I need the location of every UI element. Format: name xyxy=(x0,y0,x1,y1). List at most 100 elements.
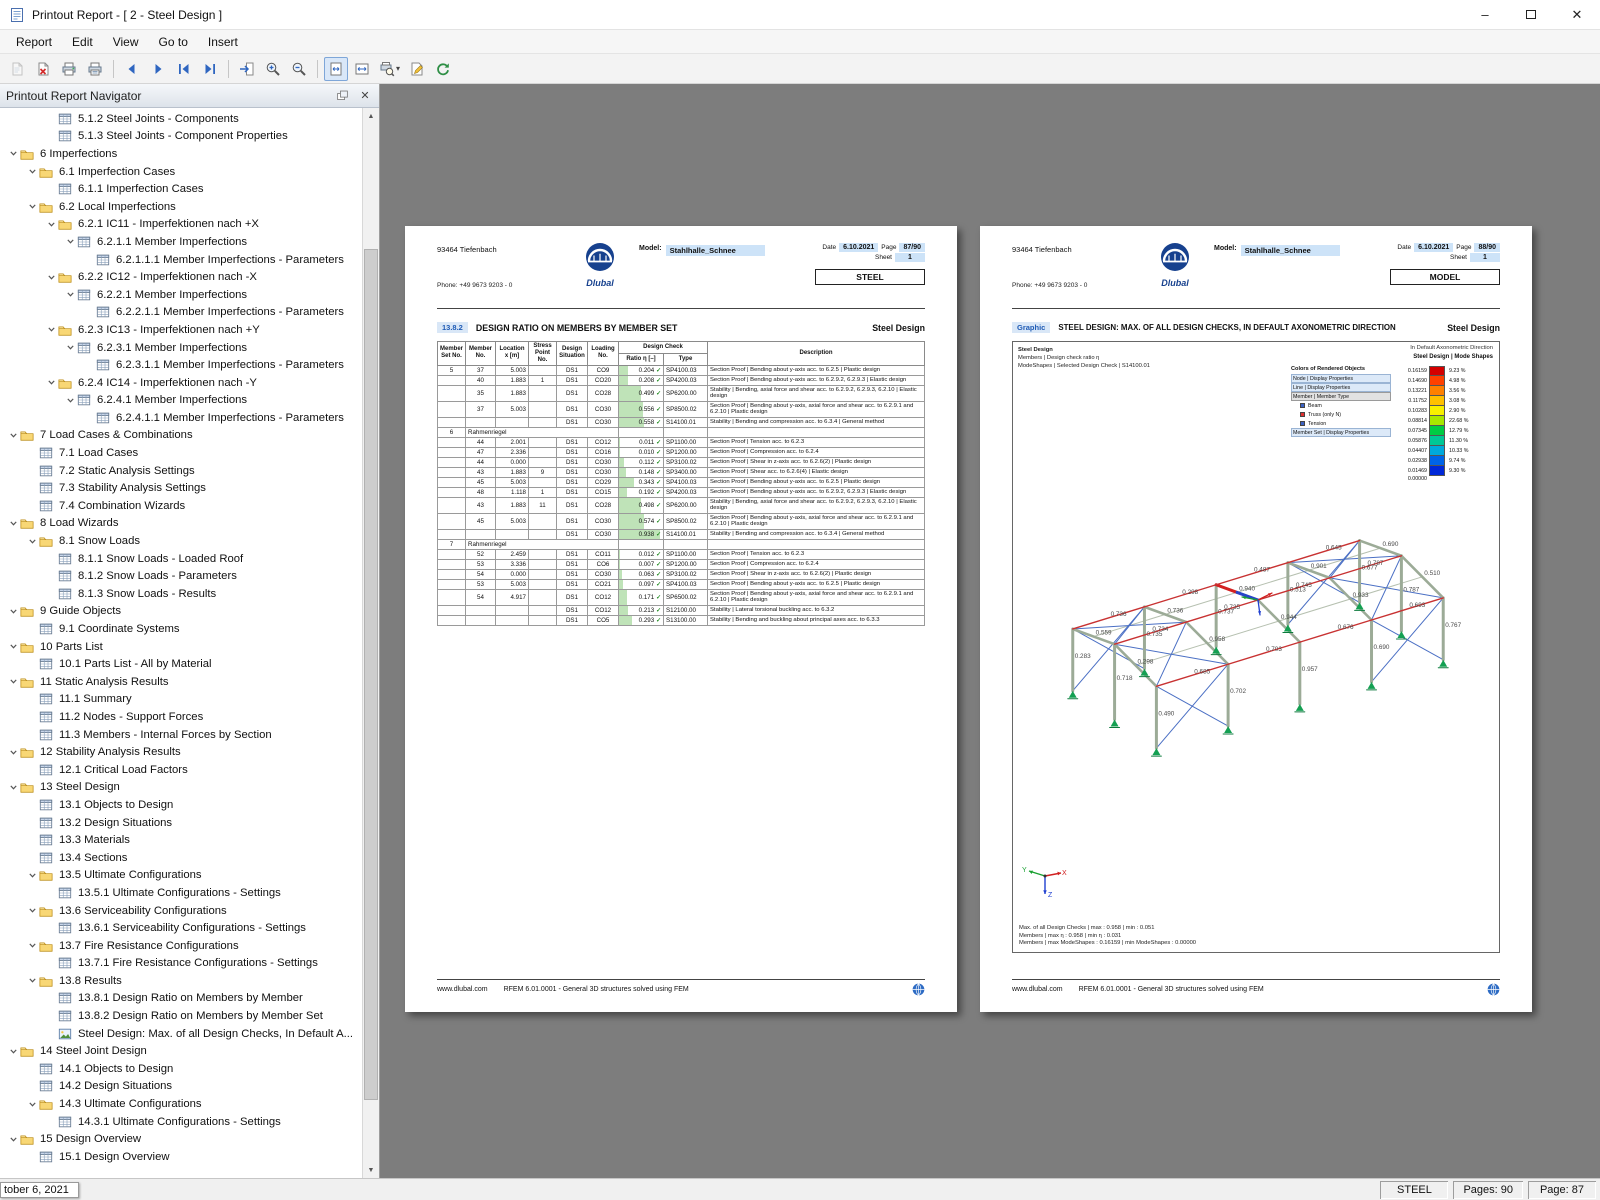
tree-expand-chevron-icon[interactable] xyxy=(25,167,39,176)
next-page-button[interactable] xyxy=(146,57,170,81)
tree-item[interactable]: 11.2 Nodes - Support Forces xyxy=(0,708,362,726)
tree-item[interactable]: Steel Design: Max. of all Design Checks,… xyxy=(0,1025,362,1043)
delete-report-button[interactable] xyxy=(31,57,55,81)
menu-edit[interactable]: Edit xyxy=(62,32,103,52)
tree-item[interactable]: 8.1.2 Snow Loads - Parameters xyxy=(0,567,362,585)
tree-item[interactable]: 6.2.1.1 Member Imperfections xyxy=(0,233,362,251)
tree-item[interactable]: 13.5 Ultimate Configurations xyxy=(0,867,362,885)
tree-item[interactable]: 6.2.2 IC12 - Imperfektionen nach -X xyxy=(0,268,362,286)
close-panel-icon[interactable]: ✕ xyxy=(357,88,373,104)
tree-item[interactable]: 15 Design Overview xyxy=(0,1130,362,1148)
new-report-button[interactable] xyxy=(5,57,29,81)
tree-expand-chevron-icon[interactable] xyxy=(6,783,20,792)
navigator-scrollbar[interactable]: ▲ ▼ xyxy=(362,108,379,1178)
tree-item[interactable]: 6.2.4.1 Member Imperfections xyxy=(0,392,362,410)
zoom-out-button[interactable] xyxy=(287,57,311,81)
tree-item[interactable]: 12 Stability Analysis Results xyxy=(0,743,362,761)
previous-page-button[interactable] xyxy=(120,57,144,81)
minimize-button[interactable]: – xyxy=(1462,0,1508,29)
tree-expand-chevron-icon[interactable] xyxy=(25,1100,39,1109)
tree-item[interactable]: 9.1 Coordinate Systems xyxy=(0,620,362,638)
tree-expand-chevron-icon[interactable] xyxy=(44,378,58,387)
tree-item[interactable]: 6 Imperfections xyxy=(0,145,362,163)
tree-item[interactable]: 6.2 Local Imperfections xyxy=(0,198,362,216)
tree-item[interactable]: 14 Steel Joint Design xyxy=(0,1042,362,1060)
tree-expand-chevron-icon[interactable] xyxy=(6,1135,20,1144)
tree-item[interactable]: 6.2.4 IC14 - Imperfektionen nach -Y xyxy=(0,374,362,392)
tree-item[interactable]: 13.3 Materials xyxy=(0,831,362,849)
menu-go-to[interactable]: Go to xyxy=(149,32,198,52)
report-page-88[interactable]: 93464 Tiefenbach Phone: +49 9673 9203 - … xyxy=(980,226,1532,1012)
tree-expand-chevron-icon[interactable] xyxy=(6,748,20,757)
tree-item[interactable]: 13.1 Objects to Design xyxy=(0,796,362,814)
print-preview-button[interactable]: ▾ xyxy=(376,57,403,81)
tree-item[interactable]: 13.7 Fire Resistance Configurations xyxy=(0,937,362,955)
report-preview-area[interactable]: 93464 Tiefenbach Phone: +49 9673 9203 - … xyxy=(380,84,1600,1178)
tree-item[interactable]: 14.1 Objects to Design xyxy=(0,1060,362,1078)
tree-item[interactable]: 11.3 Members - Internal Forces by Sectio… xyxy=(0,726,362,744)
tree-item[interactable]: 6.2.3.1.1 Member Imperfections - Paramet… xyxy=(0,356,362,374)
menu-report[interactable]: Report xyxy=(6,32,62,52)
print-button[interactable] xyxy=(57,57,81,81)
scrollbar-thumb[interactable] xyxy=(364,248,378,1100)
tree-item[interactable]: 6.2.1 IC11 - Imperfektionen nach +X xyxy=(0,216,362,234)
tree-item[interactable]: 7 Load Cases & Combinations xyxy=(0,427,362,445)
tree-item[interactable]: 8.1 Snow Loads xyxy=(0,532,362,550)
tree-item[interactable]: 9 Guide Objects xyxy=(0,603,362,621)
tree-expand-chevron-icon[interactable] xyxy=(25,871,39,880)
tree-expand-chevron-icon[interactable] xyxy=(6,149,20,158)
tree-item[interactable]: 13.7.1 Fire Resistance Configurations - … xyxy=(0,955,362,973)
fit-page-button[interactable] xyxy=(324,56,348,81)
tree-item[interactable]: 13.6.1 Serviceability Configurations - S… xyxy=(0,919,362,937)
print-current-page-button[interactable] xyxy=(83,57,107,81)
tree-item[interactable]: 6.2.1.1.1 Member Imperfections - Paramet… xyxy=(0,251,362,269)
maximize-button[interactable] xyxy=(1508,0,1554,29)
tree-expand-chevron-icon[interactable] xyxy=(6,1047,20,1056)
tree-item[interactable]: 6.2.2.1.1 Member Imperfections - Paramet… xyxy=(0,304,362,322)
tree-item[interactable]: 6.2.3 IC13 - Imperfektionen nach +Y xyxy=(0,321,362,339)
tree-item[interactable]: 13.2 Design Situations xyxy=(0,814,362,832)
last-page-button[interactable] xyxy=(198,57,222,81)
tree-item[interactable]: 13.8.1 Design Ratio on Members by Member xyxy=(0,990,362,1008)
tree-expand-chevron-icon[interactable] xyxy=(44,273,58,282)
tree-item[interactable]: 8.1.1 Snow Loads - Loaded Roof xyxy=(0,550,362,568)
tree-item[interactable]: 13.8 Results xyxy=(0,972,362,990)
tree-item[interactable]: 14.3 Ultimate Configurations xyxy=(0,1095,362,1113)
tree-item[interactable]: 5.1.3 Steel Joints - Component Propertie… xyxy=(0,128,362,146)
refresh-report-button[interactable] xyxy=(431,57,455,81)
tree-item[interactable]: 11 Static Analysis Results xyxy=(0,673,362,691)
tree-item[interactable]: 11.1 Summary xyxy=(0,691,362,709)
tree-item[interactable]: 13.5.1 Ultimate Configurations - Setting… xyxy=(0,884,362,902)
tree-expand-chevron-icon[interactable] xyxy=(44,325,58,334)
tree-expand-chevron-icon[interactable] xyxy=(63,343,77,352)
tree-item[interactable]: 6.2.4.1.1 Member Imperfections - Paramet… xyxy=(0,409,362,427)
report-page-87[interactable]: 93464 Tiefenbach Phone: +49 9673 9203 - … xyxy=(405,226,957,1012)
scroll-up-arrow[interactable]: ▲ xyxy=(363,108,379,124)
tree-expand-chevron-icon[interactable] xyxy=(44,220,58,229)
tree-item[interactable]: 6.1 Imperfection Cases xyxy=(0,163,362,181)
tree-item[interactable]: 10.1 Parts List - All by Material xyxy=(0,655,362,673)
tree-expand-chevron-icon[interactable] xyxy=(6,642,20,651)
tree-item[interactable]: 7.2 Static Analysis Settings xyxy=(0,462,362,480)
tree-item[interactable]: 15.1 Design Overview xyxy=(0,1148,362,1166)
tree-expand-chevron-icon[interactable] xyxy=(6,677,20,686)
scroll-down-arrow[interactable]: ▼ xyxy=(363,1162,379,1178)
tree-item[interactable]: 6.2.2.1 Member Imperfections xyxy=(0,286,362,304)
tree-item[interactable]: 7.3 Stability Analysis Settings xyxy=(0,479,362,497)
tree-item[interactable]: 10 Parts List xyxy=(0,638,362,656)
tree-expand-chevron-icon[interactable] xyxy=(63,396,77,405)
tree-item[interactable]: 7.1 Load Cases xyxy=(0,444,362,462)
float-panel-icon[interactable] xyxy=(334,88,350,104)
tree-expand-chevron-icon[interactable] xyxy=(25,906,39,915)
tree-expand-chevron-icon[interactable] xyxy=(6,431,20,440)
close-button[interactable]: ✕ xyxy=(1554,0,1600,29)
tree-expand-chevron-icon[interactable] xyxy=(25,941,39,950)
tree-item[interactable]: 13.8.2 Design Ratio on Members by Member… xyxy=(0,1007,362,1025)
first-page-button[interactable] xyxy=(172,57,196,81)
tree-expand-chevron-icon[interactable] xyxy=(25,202,39,211)
zoom-in-button[interactable] xyxy=(261,57,285,81)
tree-item[interactable]: 14.3.1 Ultimate Configurations - Setting… xyxy=(0,1113,362,1131)
tree-item[interactable]: 13 Steel Design xyxy=(0,779,362,797)
tree-item[interactable]: 13.6 Serviceability Configurations xyxy=(0,902,362,920)
scrollbar-track[interactable] xyxy=(363,124,379,1162)
